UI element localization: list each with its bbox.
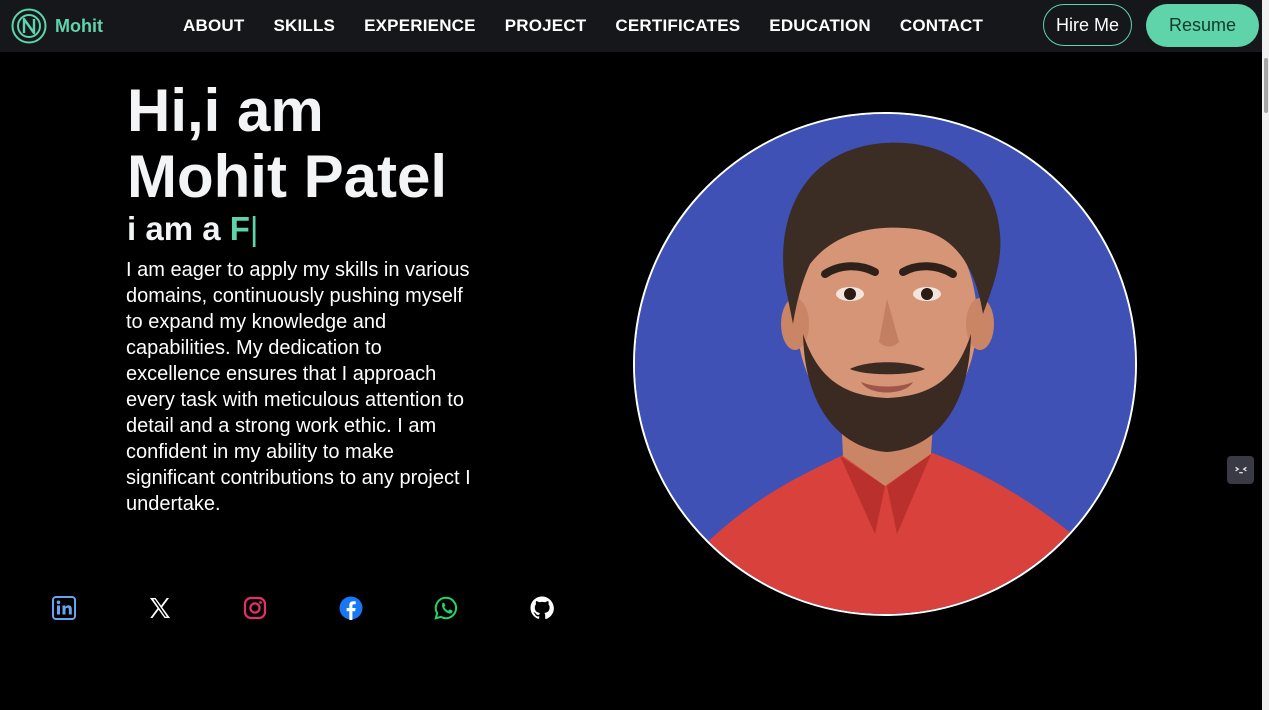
instagram-icon bbox=[244, 596, 267, 620]
linkedin-link[interactable] bbox=[52, 596, 76, 620]
x-twitter-icon bbox=[149, 598, 170, 618]
github-link[interactable] bbox=[530, 596, 554, 620]
nav-links: ABOUT SKILLS EXPERIENCE PROJECT CERTIFIC… bbox=[183, 16, 1012, 36]
scrollbar-thumb[interactable] bbox=[1264, 58, 1268, 113]
hire-me-button[interactable]: Hire Me bbox=[1043, 4, 1132, 46]
whatsapp-link[interactable] bbox=[434, 596, 458, 620]
hero-title-line2: Mohit Patel bbox=[127, 143, 448, 210]
facebook-link[interactable] bbox=[339, 596, 363, 620]
facebook-icon bbox=[339, 596, 363, 620]
github-icon bbox=[530, 596, 554, 620]
nav-link-certificates[interactable]: CERTIFICATES bbox=[615, 16, 740, 36]
brand-logo-icon bbox=[11, 8, 47, 44]
brand-name: Mohit bbox=[55, 15, 103, 36]
nav-link-project[interactable]: PROJECT bbox=[505, 16, 587, 36]
profile-portrait bbox=[633, 112, 1137, 616]
nav-link-experience[interactable]: EXPERIENCE bbox=[364, 16, 476, 36]
resume-button[interactable]: Resume bbox=[1146, 4, 1259, 47]
terminal-face-icon bbox=[1234, 466, 1247, 474]
typing-line: i am a F| bbox=[127, 210, 258, 248]
hero-title: Hi,i am Mohit Patel bbox=[127, 78, 447, 210]
x-twitter-link[interactable] bbox=[148, 596, 172, 620]
nav-link-education[interactable]: EDUCATION bbox=[769, 16, 871, 36]
linkedin-icon bbox=[52, 596, 76, 620]
hero-title-line1: Hi,i am bbox=[127, 77, 324, 144]
bio-paragraph: I am eager to apply my skills in various… bbox=[126, 259, 471, 515]
social-links bbox=[52, 596, 626, 620]
typing-text: F bbox=[229, 210, 250, 247]
brand[interactable]: Mohit bbox=[11, 8, 103, 44]
typing-prefix: i am a bbox=[127, 210, 230, 247]
person-illustration bbox=[635, 114, 1135, 614]
floating-widget-button[interactable] bbox=[1227, 456, 1254, 484]
nav-link-about[interactable]: ABOUT bbox=[183, 16, 244, 36]
whatsapp-icon bbox=[434, 596, 458, 620]
instagram-link[interactable] bbox=[243, 596, 267, 620]
navbar: Mohit ABOUT SKILLS EXPERIENCE PROJECT CE… bbox=[0, 0, 1262, 52]
nav-link-skills[interactable]: SKILLS bbox=[273, 16, 335, 36]
typing-cursor: | bbox=[249, 210, 259, 247]
nav-link-contact[interactable]: CONTACT bbox=[900, 16, 983, 36]
